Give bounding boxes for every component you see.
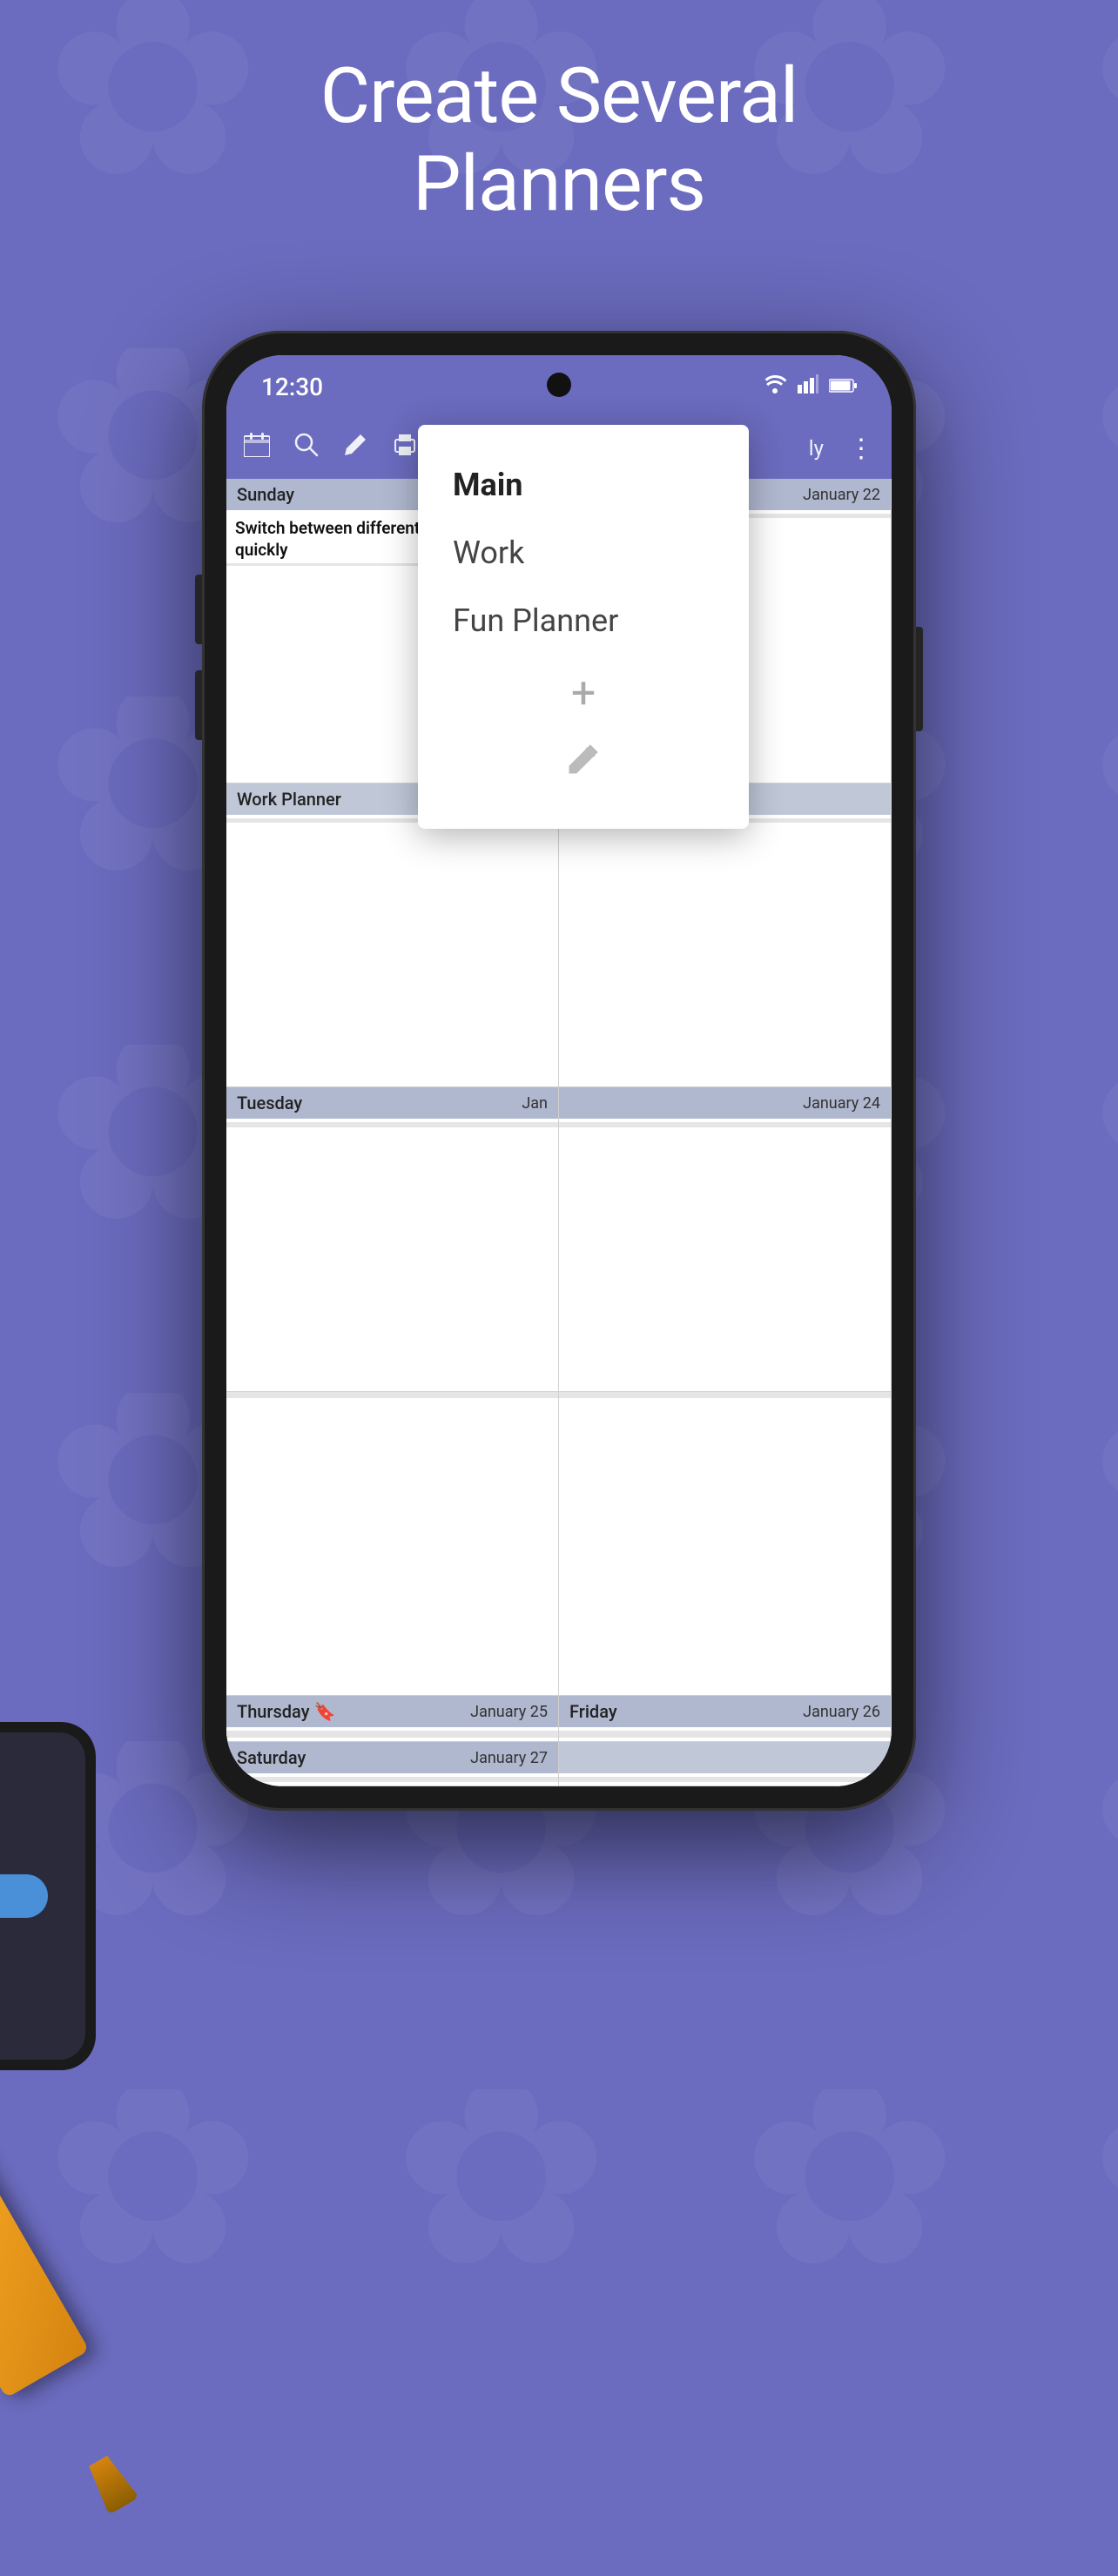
calendar-day-blank4 xyxy=(559,1742,892,1786)
planner-main[interactable]: Main xyxy=(453,451,714,519)
calendar-day-friday: Friday January 26 xyxy=(559,1696,892,1742)
calendar-day-thursday: Thursday 🔖 January 25 xyxy=(226,1696,559,1742)
toolbar-weekly-label: ly xyxy=(809,436,824,461)
phone-button-vol-down xyxy=(195,670,202,740)
print-icon[interactable] xyxy=(392,433,418,464)
tuesday-label: Tuesday xyxy=(237,1093,302,1113)
add-planner-icon[interactable]: + xyxy=(571,672,596,716)
status-icons xyxy=(763,373,857,400)
planner-fun[interactable]: Fun Planner xyxy=(453,587,714,655)
planner-dropdown: Main Work Fun Planner + xyxy=(418,425,749,829)
signal-icon xyxy=(798,373,818,400)
work-planner-content xyxy=(226,815,558,1087)
work-planner-label: Work Planner xyxy=(237,789,341,810)
calendar-day-blank3 xyxy=(559,1392,892,1697)
thursday-header: Thursday 🔖 January 25 xyxy=(226,1696,558,1727)
phone-screen: 12:30 xyxy=(226,355,892,1786)
calendar-day-jan24: January 24 xyxy=(559,1087,892,1392)
edit-planners-icon[interactable] xyxy=(566,742,601,785)
jan24-date: January 24 xyxy=(803,1094,880,1113)
brush-icon[interactable] xyxy=(343,433,367,464)
calendar-day-blank2 xyxy=(226,1392,559,1697)
planner-work[interactable]: Work xyxy=(453,519,714,587)
sunday-label: Sunday xyxy=(237,484,294,505)
jan24-header: January 24 xyxy=(559,1087,891,1119)
wifi-icon xyxy=(763,373,787,400)
phone-frame: 12:30 xyxy=(202,331,916,1811)
second-phone: ↩ xyxy=(0,1722,96,2070)
thursday-label: Thursday 🔖 xyxy=(237,1701,335,1722)
more-options-icon[interactable]: ⋮ xyxy=(848,434,874,464)
calendar-day-tuesday: Tuesday Jan xyxy=(226,1087,559,1392)
saturday-header: Saturday January 27 xyxy=(226,1742,558,1773)
phone-button-power xyxy=(916,627,923,731)
planner-edit-section xyxy=(453,742,714,785)
thursday-date: January 25 xyxy=(470,1703,548,1721)
camera-notch xyxy=(547,373,571,397)
second-phone-screen: ↩ xyxy=(0,1732,85,2060)
marker-tip xyxy=(83,2452,139,2515)
second-phone-button-1: ↩ xyxy=(0,1874,48,1918)
friday-label: Friday xyxy=(569,1701,617,1722)
calendar-icon[interactable] xyxy=(244,433,270,464)
status-time: 12:30 xyxy=(261,373,323,401)
friday-header: Friday January 26 xyxy=(559,1696,891,1727)
search-icon[interactable] xyxy=(294,433,319,464)
friday-date: January 26 xyxy=(803,1703,880,1721)
calendar-day-saturday: Saturday January 27 xyxy=(226,1742,559,1786)
saturday-label: Saturday xyxy=(237,1747,306,1768)
phone-mockup: 12:30 xyxy=(202,331,916,1811)
phone-button-vol-up xyxy=(195,575,202,644)
saturday-date: January 27 xyxy=(470,1749,548,1767)
tuesday-header: Tuesday Jan xyxy=(226,1087,558,1119)
battery-icon xyxy=(829,373,857,400)
page-title: Create Several Planners xyxy=(0,52,1118,228)
tuesday-date: Jan xyxy=(522,1094,548,1113)
planner-add-section: + xyxy=(453,672,714,716)
jan22-date: January 22 xyxy=(803,486,880,504)
